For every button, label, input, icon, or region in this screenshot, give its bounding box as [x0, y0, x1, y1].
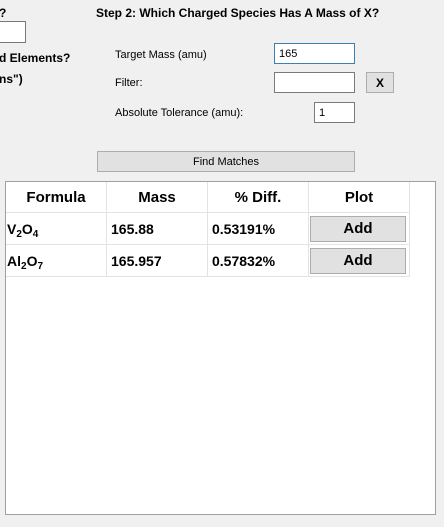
diff-cell: 0.53191%: [207, 212, 309, 245]
mass-cell: 165.88: [106, 212, 208, 245]
formula-cell: Al2O7: [6, 244, 107, 277]
column-header-mass[interactable]: Mass: [106, 182, 208, 213]
table-row[interactable]: V2O4 165.88 0.53191% Add: [6, 212, 410, 245]
tolerance-input[interactable]: [314, 102, 355, 123]
left-panel-question-fragment: ?: [0, 6, 6, 20]
column-header-plot[interactable]: Plot: [308, 182, 410, 213]
target-mass-label: Target Mass (amu): [115, 49, 207, 61]
find-matches-button[interactable]: Find Matches: [97, 151, 355, 172]
results-grid: Formula Mass % Diff. Plot V2O4 165.88 0.…: [5, 181, 436, 515]
add-plot-button[interactable]: Add: [310, 247, 406, 274]
column-header-diff[interactable]: % Diff.: [207, 182, 309, 213]
left-panel-text-line2: ns"): [0, 72, 23, 86]
plot-cell: Add: [308, 244, 410, 277]
formula-element: Al: [7, 252, 21, 269]
target-mass-input[interactable]: [274, 43, 355, 64]
formula-element: O: [21, 220, 33, 237]
filter-input[interactable]: [274, 72, 355, 93]
left-panel-input[interactable]: [0, 21, 26, 43]
table-row[interactable]: Al2O7 165.957 0.57832% Add: [6, 244, 410, 277]
add-plot-button[interactable]: Add: [310, 215, 406, 242]
column-header-formula[interactable]: Formula: [6, 182, 107, 213]
formula-cell: V2O4: [6, 212, 107, 245]
clear-filter-button[interactable]: X: [366, 72, 394, 93]
filter-label: Filter:: [115, 77, 143, 89]
tolerance-label: Absolute Tolerance (amu):: [115, 107, 244, 119]
step2-title: Step 2: Which Charged Species Has A Mass…: [96, 6, 380, 20]
formula-subscript: 7: [37, 260, 44, 272]
left-panel-text-line1: d Elements?: [0, 51, 71, 65]
diff-cell: 0.57832%: [207, 244, 309, 277]
plot-cell: Add: [308, 212, 410, 245]
results-table: Formula Mass % Diff. Plot V2O4 165.88 0.…: [6, 182, 410, 277]
formula-element: V: [7, 220, 17, 237]
mass-cell: 165.957: [106, 244, 208, 277]
results-header-row: Formula Mass % Diff. Plot: [6, 182, 410, 213]
formula-element: O: [26, 252, 38, 269]
formula-subscript: 4: [32, 228, 39, 240]
